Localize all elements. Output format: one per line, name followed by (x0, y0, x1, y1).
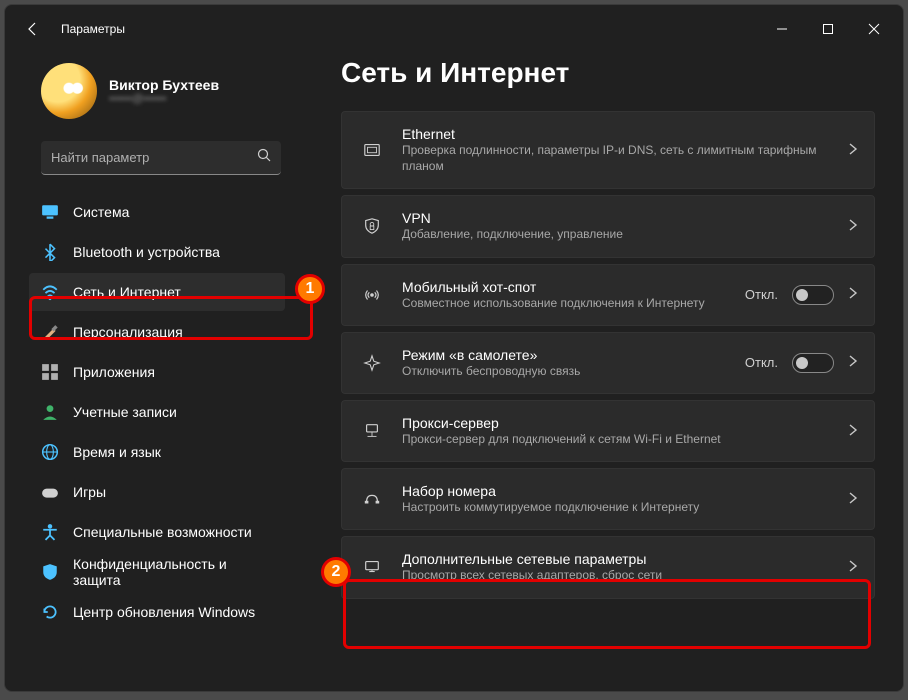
card-title: Набор номера (402, 483, 832, 499)
search-input[interactable] (51, 150, 257, 165)
update-icon (41, 603, 59, 621)
display-icon (41, 203, 59, 221)
setting-card-6[interactable]: Дополнительные сетевые параметрыПросмотр… (341, 536, 875, 598)
sidebar-item-label: Конфиденциальность и защита (73, 556, 273, 588)
card-title: Прокси-сервер (402, 415, 832, 431)
main-content: Сеть и Интернет EthernetПроверка подлинн… (305, 53, 903, 691)
window-title: Параметры (61, 22, 125, 36)
card-desc: Отключить беспроводную связь (402, 363, 729, 379)
sidebar: Виктор Бухтеев ••••••@•••••• Система Blue… (5, 53, 305, 691)
chevron-right-icon (848, 491, 858, 508)
ethernet-icon (358, 141, 386, 159)
avatar (41, 63, 97, 119)
sidebar-item-label: Центр обновления Windows (73, 604, 255, 620)
setting-card-0[interactable]: EthernetПроверка подлинности, параметры … (341, 111, 875, 189)
globe-icon (41, 443, 59, 461)
search-box[interactable] (41, 141, 281, 175)
airplane-icon (358, 354, 386, 372)
chevron-right-icon (848, 423, 858, 440)
sidebar-item-label: Игры (73, 484, 106, 500)
sidebar-item-4[interactable]: Приложения (29, 353, 285, 391)
card-title: VPN (402, 210, 832, 226)
card-title: Мобильный хот-спот (402, 279, 729, 295)
sidebar-item-2[interactable]: Сеть и Интернет (29, 273, 285, 311)
wifi-icon (41, 283, 59, 301)
brush-icon (41, 323, 59, 341)
card-desc: Добавление, подключение, управление (402, 226, 832, 242)
sidebar-item-9[interactable]: Конфиденциальность и защита (29, 553, 285, 591)
profile-email: ••••••@•••••• (109, 93, 219, 105)
proxy-icon (358, 422, 386, 440)
sidebar-item-label: Специальные возможности (73, 524, 252, 540)
sidebar-item-3[interactable]: Персонализация (29, 313, 285, 351)
setting-card-1[interactable]: VPNДобавление, подключение, управление (341, 195, 875, 257)
hotspot-icon (358, 286, 386, 304)
settings-window: Параметры Виктор Бухтеев ••••••@•••••• С… (4, 4, 904, 692)
sidebar-item-7[interactable]: Игры (29, 473, 285, 511)
accessibility-icon (41, 523, 59, 541)
card-desc: Совместное использование подключения к И… (402, 295, 729, 311)
setting-card-3[interactable]: Режим «в самолете»Отключить беспроводную… (341, 332, 875, 394)
card-title: Режим «в самолете» (402, 347, 729, 363)
gamepad-icon (41, 483, 59, 501)
sidebar-item-5[interactable]: Учетные записи (29, 393, 285, 431)
maximize-button[interactable] (805, 10, 851, 48)
back-button[interactable] (17, 13, 49, 45)
sidebar-item-label: Приложения (73, 364, 155, 380)
setting-card-5[interactable]: Набор номераНастроить коммутируемое подк… (341, 468, 875, 530)
toggle-switch[interactable] (792, 353, 834, 373)
person-icon (41, 403, 59, 421)
chevron-right-icon (848, 559, 858, 576)
chevron-right-icon (848, 354, 858, 371)
page-title: Сеть и Интернет (341, 57, 875, 89)
chevron-right-icon (848, 142, 858, 159)
card-desc: Настроить коммутируемое подключение к Ин… (402, 499, 832, 515)
setting-card-4[interactable]: Прокси-серверПрокси-сервер для подключен… (341, 400, 875, 462)
search-icon (257, 148, 271, 167)
shield-icon (41, 563, 59, 581)
setting-card-2[interactable]: Мобильный хот-спотСовместное использован… (341, 264, 875, 326)
sidebar-item-label: Время и язык (73, 444, 161, 460)
toggle-state: Откл. (745, 355, 778, 370)
apps-icon (41, 363, 59, 381)
vpn-icon (358, 217, 386, 235)
sidebar-item-8[interactable]: Специальные возможности (29, 513, 285, 551)
card-title: Ethernet (402, 126, 832, 142)
dialup-icon (358, 490, 386, 508)
sidebar-item-label: Персонализация (73, 324, 183, 340)
bluetooth-icon (41, 243, 59, 261)
close-button[interactable] (851, 10, 897, 48)
card-title: Дополнительные сетевые параметры (402, 551, 832, 567)
card-desc: Просмотр всех сетевых адаптеров, сброс с… (402, 567, 832, 583)
sidebar-item-label: Сеть и Интернет (73, 284, 181, 300)
sidebar-item-10[interactable]: Центр обновления Windows (29, 593, 285, 631)
chevron-right-icon (848, 286, 858, 303)
sidebar-item-6[interactable]: Время и язык (29, 433, 285, 471)
profile-name: Виктор Бухтеев (109, 77, 219, 93)
sidebar-item-1[interactable]: Bluetooth и устройства (29, 233, 285, 271)
card-list: EthernetПроверка подлинности, параметры … (341, 111, 875, 599)
sidebar-item-label: Учетные записи (73, 404, 177, 420)
sidebar-item-label: Bluetooth и устройства (73, 244, 220, 260)
card-desc: Прокси-сервер для подключений к сетям Wi… (402, 431, 832, 447)
advanced-icon (358, 558, 386, 576)
chevron-right-icon (848, 218, 858, 235)
card-desc: Проверка подлинности, параметры IP-и DNS… (402, 142, 832, 174)
toggle-state: Откл. (745, 287, 778, 302)
sidebar-item-0[interactable]: Система (29, 193, 285, 231)
sidebar-item-label: Система (73, 204, 129, 220)
titlebar: Параметры (5, 5, 903, 53)
profile-block[interactable]: Виктор Бухтеев ••••••@•••••• (17, 53, 293, 137)
minimize-button[interactable] (759, 10, 805, 48)
toggle-switch[interactable] (792, 285, 834, 305)
nav-list: Система Bluetooth и устройства Сеть и Инте… (29, 193, 285, 631)
